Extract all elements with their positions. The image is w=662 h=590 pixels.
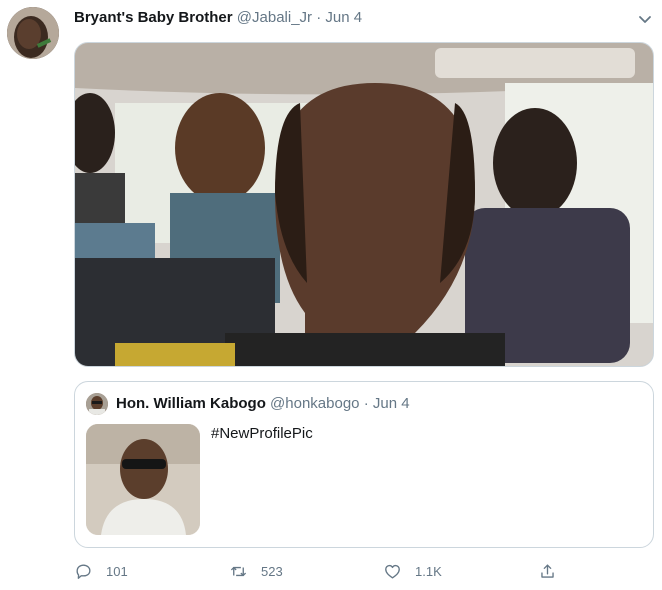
like-button[interactable]: 1.1K	[383, 560, 442, 582]
reply-count: 101	[106, 563, 128, 579]
quoted-author-avatar	[86, 393, 108, 415]
quoted-separator-dot: ·	[363, 395, 369, 412]
like-icon	[385, 564, 400, 579]
quoted-tweet[interactable]: Hon. William Kabogo @honkabogo · Jun 4 #…	[74, 381, 654, 548]
tweet-header: Bryant's Baby Brother @Jabali_Jr · Jun 4	[74, 9, 362, 26]
share-icon	[541, 563, 554, 578]
reply-button[interactable]: 101	[74, 560, 128, 582]
author-handle[interactable]: @Jabali_Jr	[237, 9, 312, 26]
tweet-actions: 101 523 1.1K	[74, 560, 654, 582]
tweet-date[interactable]: Jun 4	[325, 9, 362, 26]
quoted-tweet-photo	[86, 424, 200, 535]
author-name[interactable]: Bryant's Baby Brother	[74, 9, 233, 26]
retweet-button[interactable]: 523	[229, 560, 283, 582]
quoted-tweet-header: Hon. William Kabogo @honkabogo · Jun 4	[116, 395, 410, 412]
reply-icon	[76, 563, 91, 579]
quoted-tweet-text: #NewProfilePic	[211, 425, 313, 442]
share-button[interactable]	[538, 560, 557, 582]
author-avatar[interactable]	[7, 7, 59, 59]
quoted-tweet-date: Jun 4	[372, 395, 410, 412]
separator-dot: ·	[316, 9, 322, 26]
quoted-author-name: Hon. William Kabogo	[116, 395, 266, 412]
like-count: 1.1K	[415, 563, 442, 579]
quoted-author-handle: @honkabogo	[270, 395, 360, 412]
tweet-photo[interactable]	[74, 42, 654, 367]
chevron-down-icon[interactable]	[636, 10, 654, 28]
retweet-icon	[230, 566, 247, 576]
retweet-count: 523	[261, 563, 283, 579]
